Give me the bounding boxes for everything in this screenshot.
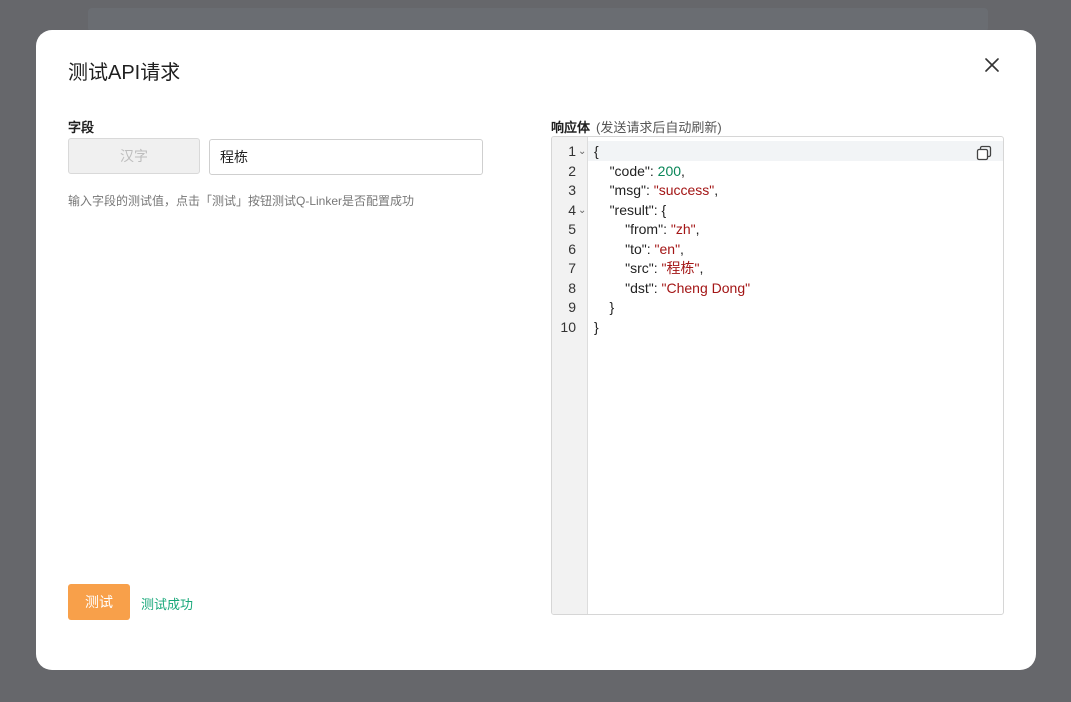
test-button[interactable]: 测试	[68, 584, 130, 620]
code-line: "src": "程栋",	[625, 260, 704, 276]
code-line: "to": "en",	[625, 240, 684, 257]
test-result-text: 测试成功	[141, 597, 194, 612]
dialog-title: 测试API请求	[68, 62, 181, 84]
copy-icon[interactable]	[976, 145, 992, 161]
code-line: }	[594, 318, 599, 335]
close-button[interactable]	[982, 55, 1002, 75]
hint-text: 输入字段的测试值，点击「测试」按钮测试Q-Linker是否配置成功	[68, 194, 415, 208]
line-number: 7	[568, 260, 576, 276]
close-icon[interactable]	[985, 58, 999, 72]
field-key-input: 汉字	[68, 138, 200, 174]
code-line: "msg": "success",	[609, 182, 719, 198]
response-body-subtitle: (发送请求后自动刷新)	[596, 120, 722, 135]
line-number: 9	[568, 299, 576, 315]
response-code-editor[interactable]: 1 ⌄{2 "code": 200, 3 "msg": "success", 4 ⌄ "…	[551, 136, 1004, 615]
field-value-input[interactable]	[209, 139, 483, 175]
fold-chevron-icon[interactable]: ⌄	[578, 200, 586, 220]
field-label: 字段	[68, 120, 95, 135]
code-line: "code": 200,	[609, 162, 685, 179]
fold-chevron-icon[interactable]: ⌄	[578, 141, 586, 161]
backdrop-strip	[88, 8, 988, 32]
line-number: 4	[568, 201, 576, 218]
code-line: "from": "zh",	[625, 221, 700, 237]
active-line-highlight	[588, 141, 1003, 161]
response-body-title: 响应体	[551, 120, 591, 135]
line-number: 2	[568, 162, 576, 179]
code-line: }	[594, 299, 615, 315]
line-number: 1	[568, 143, 576, 159]
response-body-label: 响应体 (发送请求后自动刷新)	[551, 117, 722, 136]
test-api-dialog: 测试API请求 字段 汉字 输入字段的测试值，点击「测试」按钮测试Q-Linke…	[36, 30, 1036, 670]
code-line: "dst": "Cheng Dong"	[625, 279, 751, 296]
line-number: 3	[568, 182, 576, 198]
line-number: 10	[560, 318, 576, 335]
line-number: 8	[568, 279, 576, 296]
code-line: "result": {	[609, 201, 667, 218]
line-number: 5	[568, 221, 576, 237]
code-line: {	[594, 143, 599, 159]
line-number: 6	[568, 240, 576, 257]
